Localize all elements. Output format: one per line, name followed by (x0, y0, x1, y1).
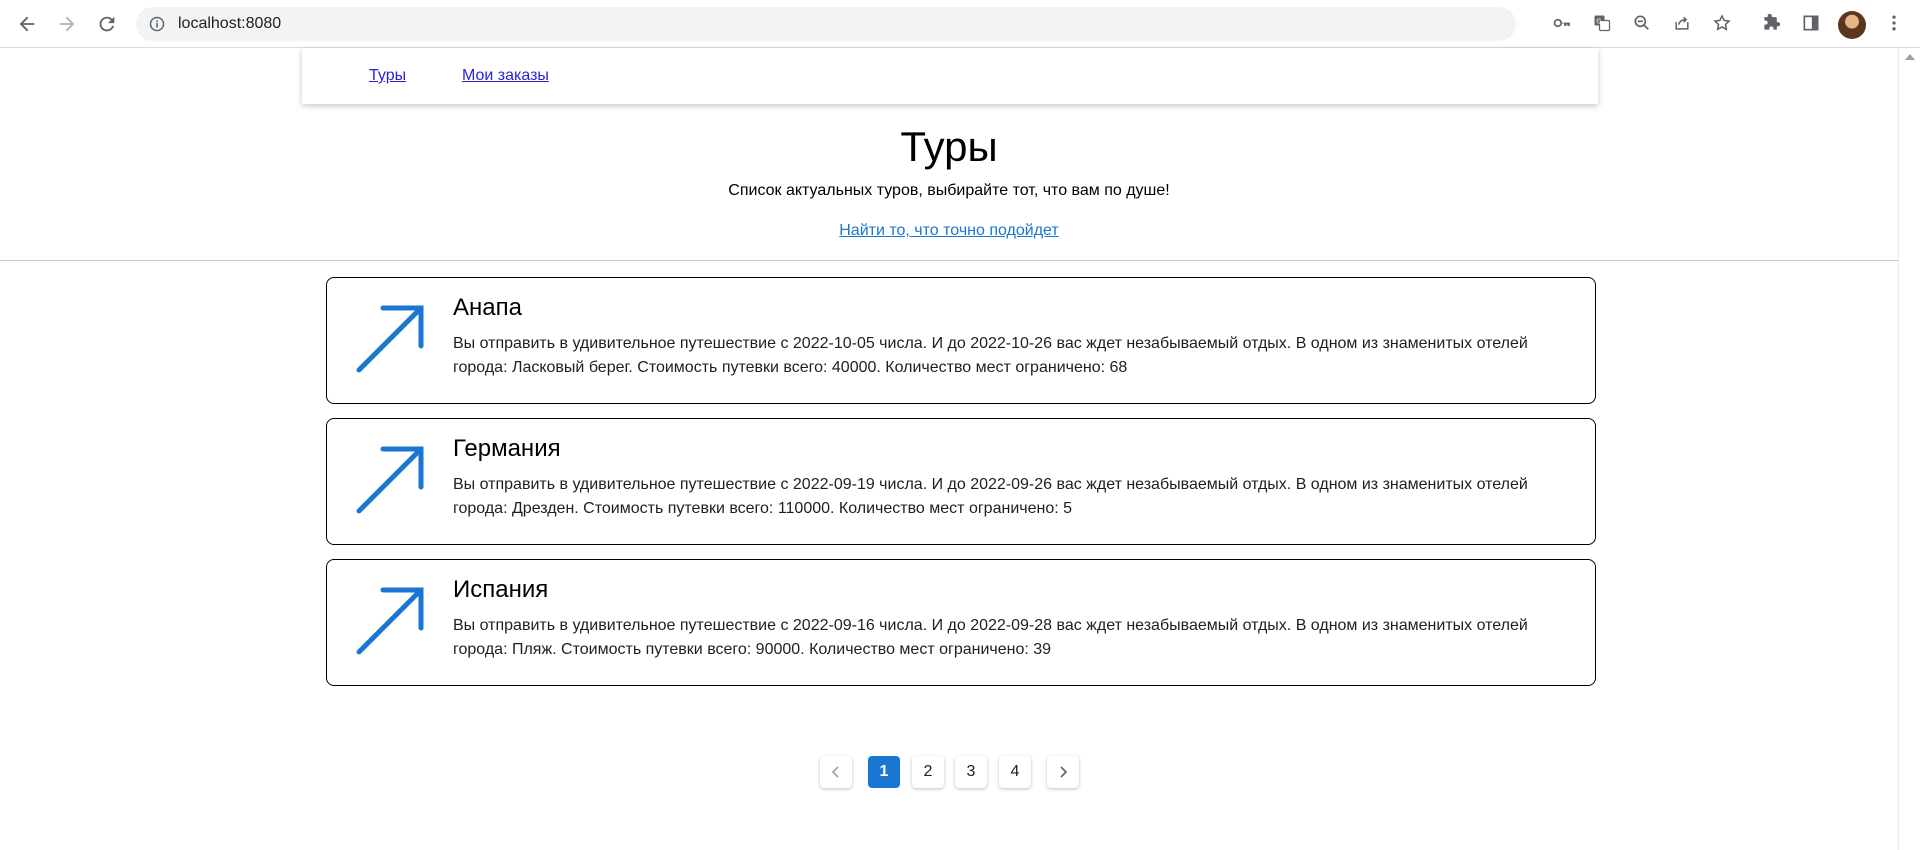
tour-title: Испания (453, 576, 549, 603)
divider (0, 260, 1898, 261)
top-navigation: Туры Мои заказы (302, 48, 1598, 104)
page-button-4[interactable]: 4 (999, 756, 1031, 788)
nav-link-tours[interactable]: Туры (369, 67, 406, 85)
browser-toolbar: localhost:8080 G (0, 0, 1920, 48)
back-button[interactable] (13, 10, 41, 38)
bookmark-star-icon[interactable] (1711, 12, 1733, 34)
tour-description: Вы отправить в удивительное путешествие … (453, 335, 1528, 376)
page-subtitle: Список актуальных туров, выбирайте тот, … (728, 182, 1170, 199)
svg-text:G: G (1596, 17, 1601, 25)
page-title: Туры (900, 123, 998, 170)
tour-title: Германия (453, 435, 561, 462)
tour-card[interactable]: Германия Вы отправить в удивительное пут… (326, 418, 1596, 545)
scroll-up-arrow-icon[interactable] (1905, 54, 1915, 60)
find-link-wrapper: Найти то, что точно подойдет (0, 222, 1898, 240)
north-east-arrow-icon (356, 305, 424, 373)
north-east-arrow-icon (356, 446, 424, 514)
pagination: 1 2 3 4 (0, 756, 1898, 790)
reload-icon (99, 16, 115, 32)
side-panel-icon[interactable] (1800, 12, 1822, 34)
chevron-right-icon (1060, 766, 1068, 778)
chevron-left-icon (831, 766, 839, 778)
page-button-2[interactable]: 2 (912, 756, 944, 788)
forward-button[interactable] (53, 10, 81, 38)
reload-button[interactable] (93, 10, 121, 38)
north-east-arrow-icon (356, 587, 424, 655)
next-page-button[interactable] (1047, 756, 1079, 788)
address-bar[interactable]: localhost:8080 (136, 7, 1516, 41)
prev-page-button[interactable] (820, 756, 852, 788)
zoom-out-icon[interactable] (1631, 12, 1653, 34)
profile-avatar[interactable] (1838, 11, 1866, 39)
arrow-right-icon (59, 16, 75, 32)
tour-card[interactable]: Испания Вы отправить в удивительное путе… (326, 559, 1596, 686)
tour-card[interactable]: Анапа Вы отправить в удивительное путеше… (326, 277, 1596, 404)
find-tour-link[interactable]: Найти то, что точно подойдет (839, 222, 1059, 239)
tour-title: Анапа (453, 294, 522, 321)
page-content: Туры Мои заказы Туры Список актуальных т… (0, 48, 1898, 850)
key-icon[interactable] (1551, 12, 1573, 34)
url-text[interactable]: localhost:8080 (178, 7, 281, 41)
translate-icon[interactable]: G (1591, 12, 1613, 34)
menu-kebab-icon[interactable] (1883, 12, 1905, 34)
page-scrollbar[interactable] (1898, 48, 1920, 850)
nav-link-my-orders[interactable]: Мои заказы (462, 67, 549, 85)
info-icon[interactable] (149, 16, 165, 32)
extensions-icon[interactable] (1760, 12, 1782, 34)
page-button-1[interactable]: 1 (868, 756, 900, 788)
tour-description: Вы отправить в удивительное путешествие … (453, 476, 1528, 517)
share-icon[interactable] (1671, 12, 1693, 34)
page-button-3[interactable]: 3 (955, 756, 987, 788)
tour-description: Вы отправить в удивительное путешествие … (453, 617, 1528, 658)
arrow-left-icon (19, 16, 35, 32)
